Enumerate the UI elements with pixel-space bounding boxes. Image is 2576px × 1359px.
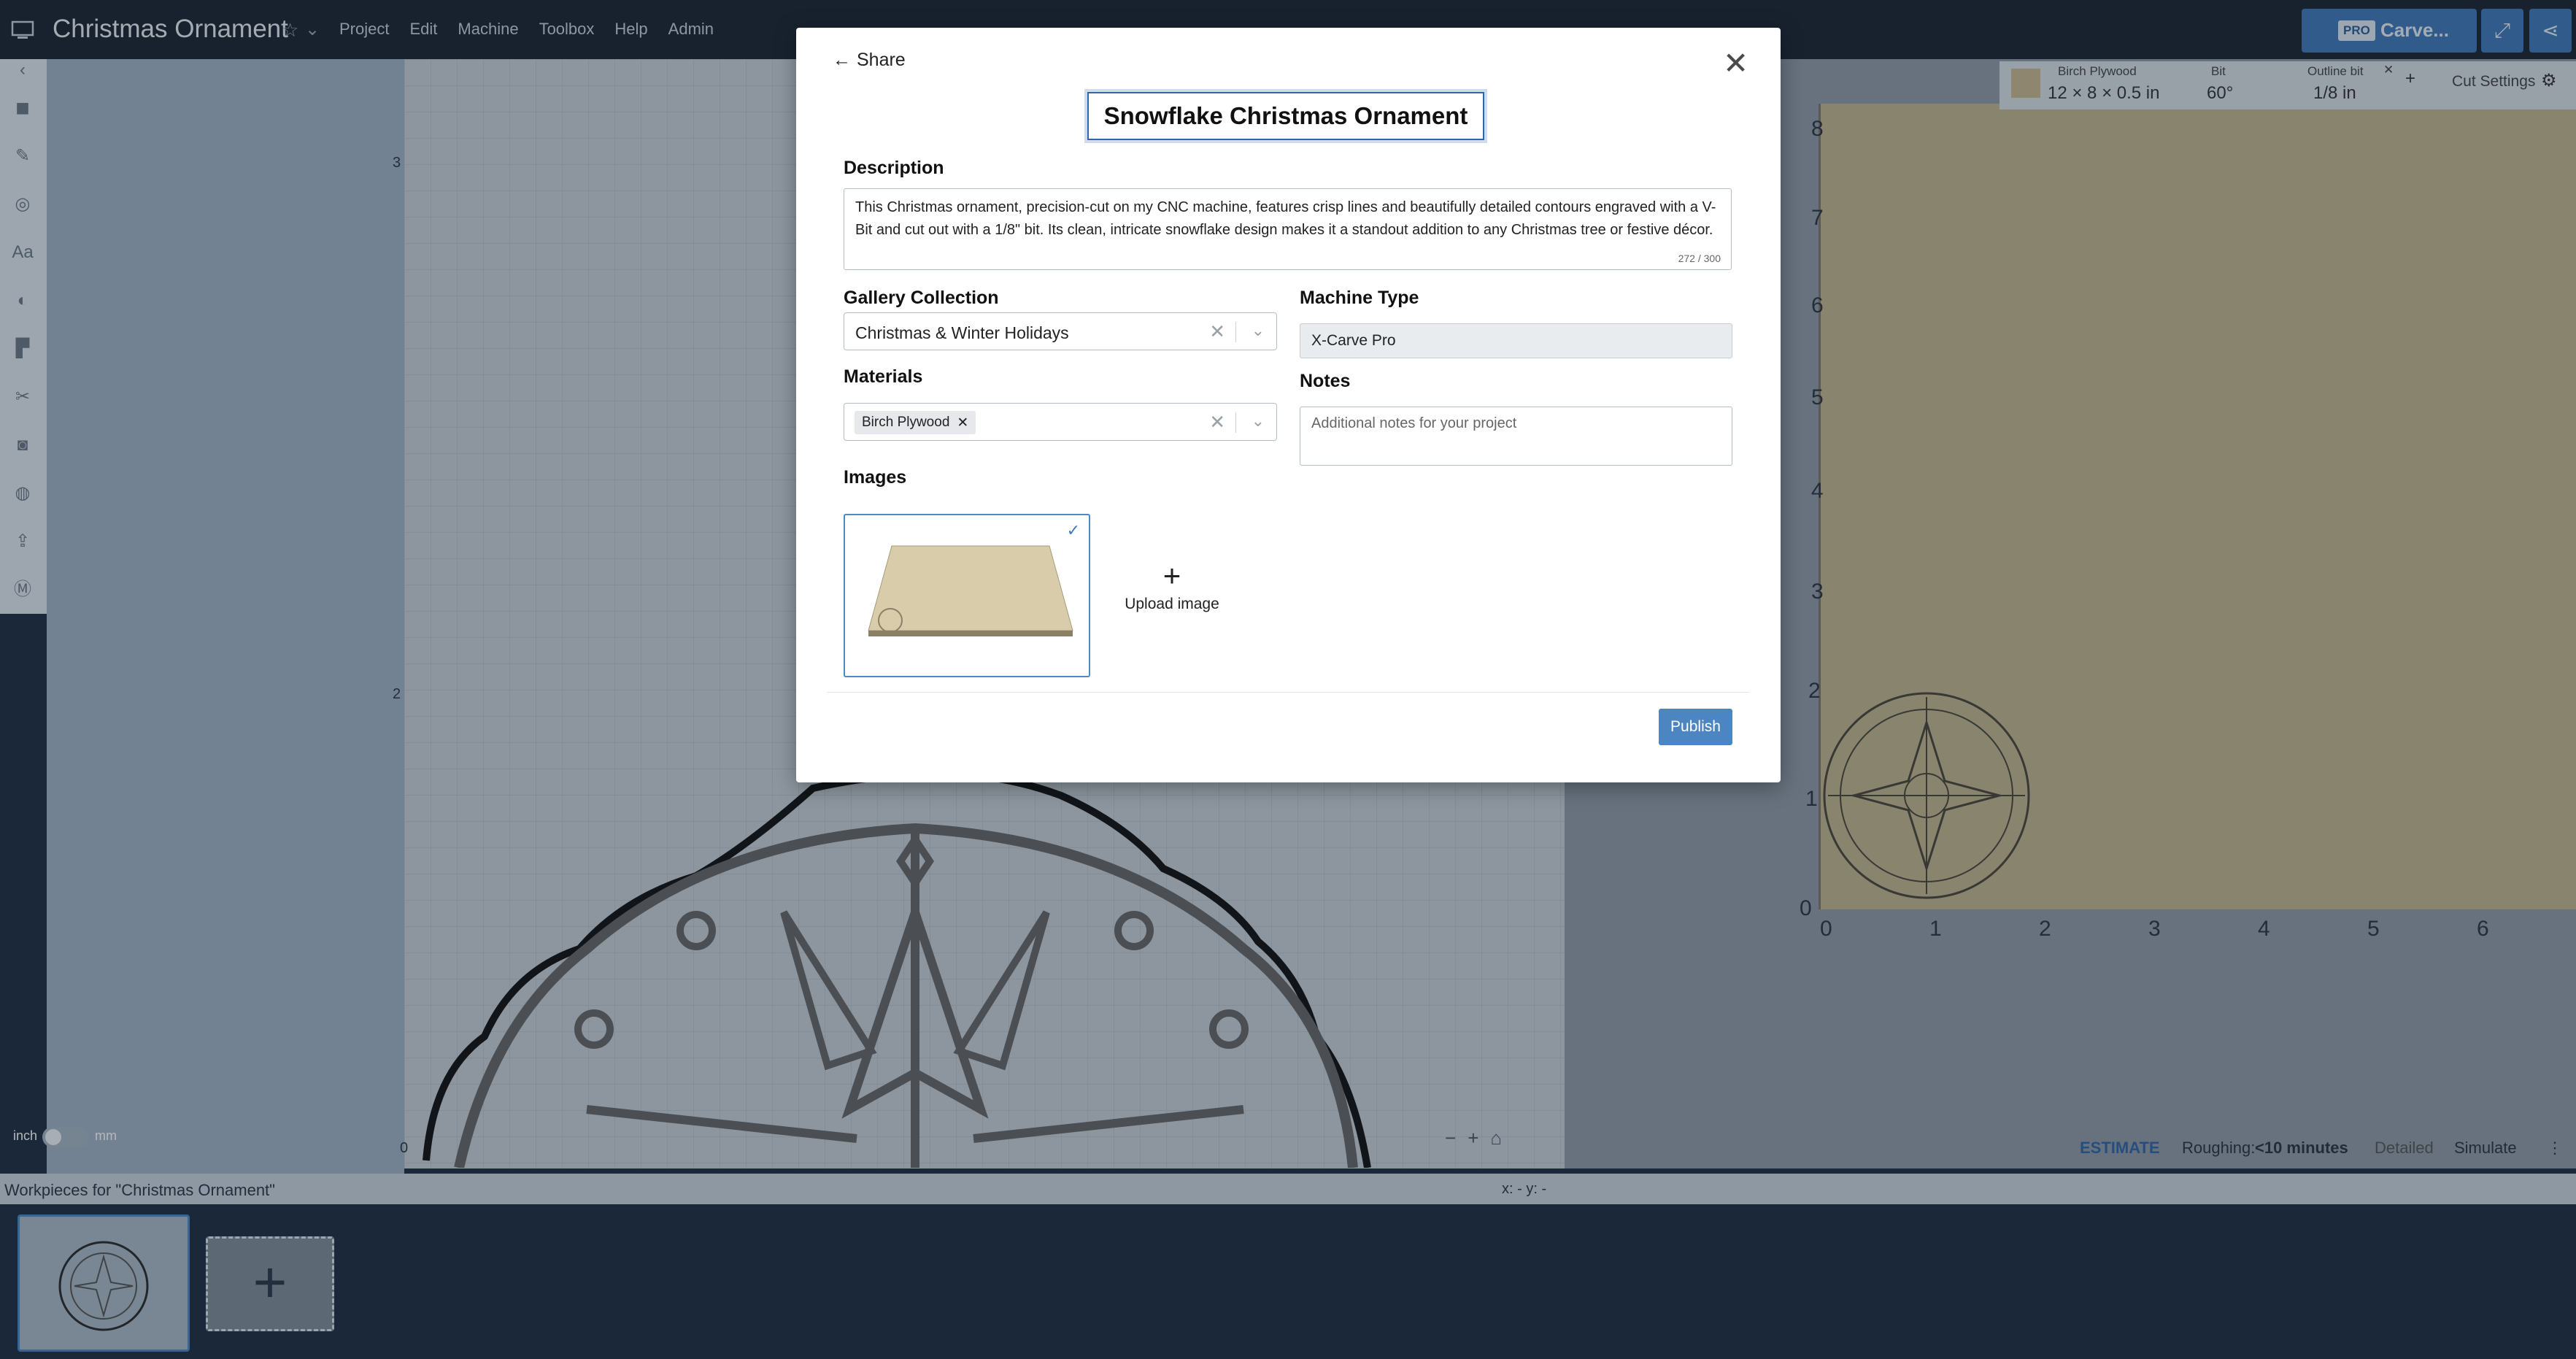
description-char-count: 272 / 300 — [1678, 253, 1721, 264]
notes-label: Notes — [1300, 371, 1351, 391]
board-preview-image — [868, 545, 1073, 636]
images-label: Images — [844, 467, 907, 488]
select-divider — [1235, 412, 1236, 433]
select-divider — [1235, 322, 1236, 342]
machine-type-field: X-Carve Pro — [1300, 323, 1732, 358]
chevron-down-icon[interactable]: ⌄ — [1252, 321, 1265, 340]
image-thumbnail-selected[interactable]: ✓ — [844, 514, 1090, 677]
gallery-collection-select[interactable]: Christmas & Winter Holidays ✕ ⌄ — [844, 312, 1277, 350]
materials-label: Materials — [844, 366, 923, 387]
gallery-collection-label: Gallery Collection — [844, 288, 999, 308]
publish-button[interactable]: Publish — [1659, 709, 1732, 745]
plus-icon: + — [1162, 558, 1181, 593]
upload-image-label: Upload image — [1125, 596, 1219, 612]
chevron-down-icon[interactable]: ⌄ — [1252, 412, 1265, 431]
modal-divider — [827, 692, 1749, 693]
description-text: This Christmas ornament, precision-cut o… — [855, 199, 1716, 238]
share-modal: ← Share ✕ Snowflake Christmas Ornament D… — [796, 28, 1781, 782]
description-label: Description — [844, 158, 944, 178]
material-chip-label: Birch Plywood — [862, 415, 950, 430]
clear-icon[interactable]: ✕ — [1209, 320, 1225, 343]
materials-select[interactable]: Birch Plywood ✕ ✕ ⌄ — [844, 403, 1277, 441]
arrow-left-icon: ← — [833, 50, 851, 70]
project-title-input[interactable]: Snowflake Christmas Ornament — [1084, 89, 1487, 143]
share-back-label: Share — [857, 50, 906, 70]
upload-image-button[interactable]: + Upload image — [1110, 561, 1234, 613]
description-textarea[interactable]: This Christmas ornament, precision-cut o… — [844, 188, 1732, 270]
notes-textarea[interactable]: Additional notes for your project — [1300, 407, 1732, 466]
machine-type-label: Machine Type — [1300, 288, 1419, 308]
clear-icon[interactable]: ✕ — [1209, 411, 1225, 434]
close-icon[interactable]: ✕ — [1723, 48, 1748, 79]
gallery-collection-value: Christmas & Winter Holidays — [855, 323, 1069, 342]
remove-chip-icon[interactable]: ✕ — [957, 415, 968, 431]
share-back-button[interactable]: ← Share — [833, 50, 906, 71]
material-chip: Birch Plywood ✕ — [855, 411, 976, 434]
